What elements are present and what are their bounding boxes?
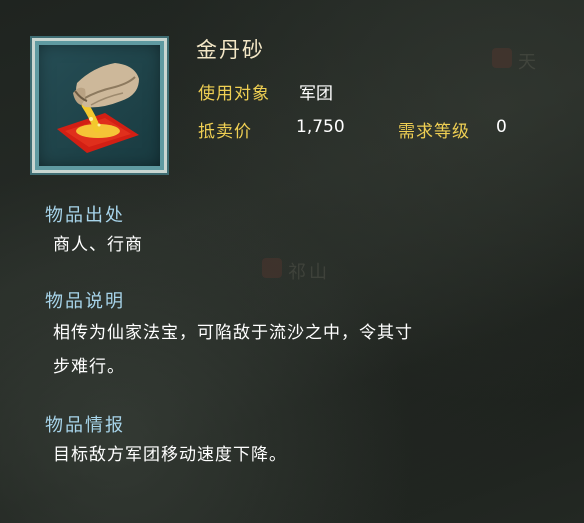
background-map-label: 天	[518, 52, 539, 73]
price-label: 抵卖价	[198, 122, 252, 142]
description-line-1: 相传为仙家法宝，可陷敌于流沙之中，令其寸	[53, 323, 413, 343]
required-level-value: 0	[496, 117, 507, 137]
price-value: 1,750	[296, 117, 345, 137]
description-line-2: 步难行。	[53, 357, 125, 377]
required-level-label: 需求等级	[398, 122, 470, 142]
source-section-title: 物品出处	[45, 205, 125, 226]
item-name: 金丹砂	[196, 38, 265, 62]
intel-section-body: 目标敌方军团移动速度下降。	[53, 445, 287, 465]
background-map-marker	[492, 48, 512, 68]
source-section-body: 商人、行商	[53, 235, 143, 255]
intel-section-title: 物品情报	[45, 415, 125, 436]
background-map-label: 祁山	[288, 262, 330, 283]
description-section-title: 物品说明	[45, 291, 125, 312]
target-label: 使用对象	[198, 84, 270, 104]
item-tooltip-panel: 天 祁山 金丹砂 使用对象 军团 抵卖价 1,750 需求等级 0 物品出处 商…	[0, 0, 584, 523]
target-value: 军团	[299, 84, 333, 104]
golden-sand-pouch-icon	[57, 63, 139, 153]
background-map-marker	[262, 258, 282, 278]
item-icon-frame	[30, 36, 169, 175]
